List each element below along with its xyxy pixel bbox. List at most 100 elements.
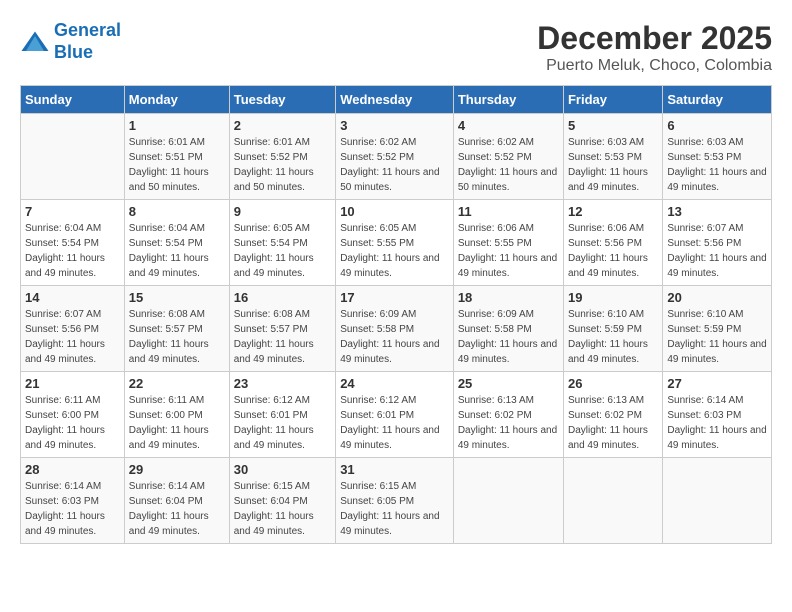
day-cell: 5 Sunrise: 6:03 AMSunset: 5:53 PMDaylight… (563, 114, 662, 200)
day-cell: 27 Sunrise: 6:14 AMSunset: 6:03 PMDayligh… (663, 372, 772, 458)
day-detail: Sunrise: 6:14 AMSunset: 6:04 PMDaylight:… (129, 479, 225, 539)
day-detail: Sunrise: 6:13 AMSunset: 6:02 PMDaylight:… (568, 393, 658, 453)
day-number: 17 (340, 290, 449, 305)
day-cell: 31 Sunrise: 6:15 AMSunset: 6:05 PMDayligh… (336, 458, 454, 544)
day-cell: 18 Sunrise: 6:09 AMSunset: 5:58 PMDayligh… (453, 286, 563, 372)
week-row-0: 1Sunrise: 6:01 AMSunset: 5:51 PMDaylight… (21, 114, 772, 200)
day-detail: Sunrise: 6:10 AMSunset: 5:59 PMDaylight:… (667, 307, 767, 367)
day-cell: 11 Sunrise: 6:06 AMSunset: 5:55 PMDayligh… (453, 200, 563, 286)
day-detail: Sunrise: 6:08 AMSunset: 5:57 PMDaylight:… (234, 307, 331, 367)
day-number: 29 (129, 462, 225, 477)
day-cell (453, 458, 563, 544)
subtitle: Puerto Meluk, Choco, Colombia (537, 57, 772, 75)
day-number: 30 (234, 462, 331, 477)
day-cell: 23 Sunrise: 6:12 AMSunset: 6:01 PMDayligh… (229, 372, 335, 458)
day-number: 28 (25, 462, 120, 477)
day-number: 5 (568, 118, 658, 133)
day-cell: 1Sunrise: 6:01 AMSunset: 5:51 PMDaylight… (124, 114, 229, 200)
day-cell: 25 Sunrise: 6:13 AMSunset: 6:02 PMDayligh… (453, 372, 563, 458)
day-number: 11 (458, 204, 559, 219)
day-cell: 6 Sunrise: 6:03 AMSunset: 5:53 PMDaylight… (663, 114, 772, 200)
day-cell (563, 458, 662, 544)
day-number: 10 (340, 204, 449, 219)
day-number: 13 (667, 204, 767, 219)
day-detail: Sunrise: 6:13 AMSunset: 6:02 PMDaylight:… (458, 393, 559, 453)
main-title: December 2025 (537, 20, 772, 57)
day-number: 1 (129, 118, 225, 133)
page-header: General Blue December 2025 Puerto Meluk,… (20, 20, 772, 75)
day-number: 2 (234, 118, 331, 133)
day-detail: Sunrise: 6:14 AMSunset: 6:03 PMDaylight:… (25, 479, 120, 539)
week-row-1: 7 Sunrise: 6:04 AMSunset: 5:54 PMDaylight… (21, 200, 772, 286)
day-number: 8 (129, 204, 225, 219)
day-detail: Sunrise: 6:04 AMSunset: 5:54 PMDaylight:… (25, 221, 120, 281)
col-thursday: Thursday (453, 86, 563, 114)
day-number: 19 (568, 290, 658, 305)
day-detail: Sunrise: 6:15 AMSunset: 6:05 PMDaylight:… (340, 479, 449, 539)
day-number: 12 (568, 204, 658, 219)
day-number: 26 (568, 376, 658, 391)
week-row-2: 14Sunrise: 6:07 AMSunset: 5:56 PMDayligh… (21, 286, 772, 372)
day-number: 18 (458, 290, 559, 305)
day-number: 16 (234, 290, 331, 305)
day-cell: 9Sunrise: 6:05 AMSunset: 5:54 PMDaylight… (229, 200, 335, 286)
day-detail: Sunrise: 6:09 AMSunset: 5:58 PMDaylight:… (340, 307, 449, 367)
day-cell: 8 Sunrise: 6:04 AMSunset: 5:54 PMDaylight… (124, 200, 229, 286)
day-detail: Sunrise: 6:06 AMSunset: 5:55 PMDaylight:… (458, 221, 559, 281)
day-cell: 26 Sunrise: 6:13 AMSunset: 6:02 PMDayligh… (563, 372, 662, 458)
day-number: 9 (234, 204, 331, 219)
day-number: 3 (340, 118, 449, 133)
col-saturday: Saturday (663, 86, 772, 114)
day-cell: 30 Sunrise: 6:15 AMSunset: 6:04 PMDayligh… (229, 458, 335, 544)
day-number: 7 (25, 204, 120, 219)
day-number: 14 (25, 290, 120, 305)
day-detail: Sunrise: 6:04 AMSunset: 5:54 PMDaylight:… (129, 221, 225, 281)
day-number: 21 (25, 376, 120, 391)
col-friday: Friday (563, 86, 662, 114)
day-detail: Sunrise: 6:11 AMSunset: 6:00 PMDaylight:… (25, 393, 120, 453)
day-detail: Sunrise: 6:02 AMSunset: 5:52 PMDaylight:… (340, 135, 449, 195)
day-detail: Sunrise: 6:05 AMSunset: 5:55 PMDaylight:… (340, 221, 449, 281)
day-number: 25 (458, 376, 559, 391)
day-detail: Sunrise: 6:11 AMSunset: 6:00 PMDaylight:… (129, 393, 225, 453)
day-detail: Sunrise: 6:02 AMSunset: 5:52 PMDaylight:… (458, 135, 559, 195)
logo-icon (20, 30, 50, 54)
day-cell: 3 Sunrise: 6:02 AMSunset: 5:52 PMDaylight… (336, 114, 454, 200)
day-cell: 7 Sunrise: 6:04 AMSunset: 5:54 PMDaylight… (21, 200, 125, 286)
day-cell: 14Sunrise: 6:07 AMSunset: 5:56 PMDayligh… (21, 286, 125, 372)
day-cell: 16 Sunrise: 6:08 AMSunset: 5:57 PMDayligh… (229, 286, 335, 372)
day-detail: Sunrise: 6:14 AMSunset: 6:03 PMDaylight:… (667, 393, 767, 453)
logo-text: General Blue (54, 20, 121, 63)
day-number: 15 (129, 290, 225, 305)
logo: General Blue (20, 20, 121, 63)
day-number: 27 (667, 376, 767, 391)
day-detail: Sunrise: 6:03 AMSunset: 5:53 PMDaylight:… (568, 135, 658, 195)
day-cell: 17 Sunrise: 6:09 AMSunset: 5:58 PMDayligh… (336, 286, 454, 372)
day-number: 6 (667, 118, 767, 133)
day-detail: Sunrise: 6:07 AMSunset: 5:56 PMDaylight:… (667, 221, 767, 281)
day-cell: 20 Sunrise: 6:10 AMSunset: 5:59 PMDayligh… (663, 286, 772, 372)
day-detail: Sunrise: 6:09 AMSunset: 5:58 PMDaylight:… (458, 307, 559, 367)
title-area: December 2025 Puerto Meluk, Choco, Colom… (537, 20, 772, 75)
col-sunday: Sunday (21, 86, 125, 114)
day-detail: Sunrise: 6:15 AMSunset: 6:04 PMDaylight:… (234, 479, 331, 539)
day-number: 23 (234, 376, 331, 391)
day-number: 24 (340, 376, 449, 391)
day-cell: 22 Sunrise: 6:11 AMSunset: 6:00 PMDayligh… (124, 372, 229, 458)
day-cell (21, 114, 125, 200)
day-detail: Sunrise: 6:01 AMSunset: 5:52 PMDaylight:… (234, 135, 331, 195)
week-row-4: 28 Sunrise: 6:14 AMSunset: 6:03 PMDayligh… (21, 458, 772, 544)
day-detail: Sunrise: 6:12 AMSunset: 6:01 PMDaylight:… (234, 393, 331, 453)
day-detail: Sunrise: 6:03 AMSunset: 5:53 PMDaylight:… (667, 135, 767, 195)
day-cell: 28 Sunrise: 6:14 AMSunset: 6:03 PMDayligh… (21, 458, 125, 544)
col-wednesday: Wednesday (336, 86, 454, 114)
day-detail: Sunrise: 6:08 AMSunset: 5:57 PMDaylight:… (129, 307, 225, 367)
day-cell: 12Sunrise: 6:06 AMSunset: 5:56 PMDayligh… (563, 200, 662, 286)
day-detail: Sunrise: 6:10 AMSunset: 5:59 PMDaylight:… (568, 307, 658, 367)
day-cell: 4Sunrise: 6:02 AMSunset: 5:52 PMDaylight… (453, 114, 563, 200)
day-number: 31 (340, 462, 449, 477)
col-monday: Monday (124, 86, 229, 114)
day-cell: 24Sunrise: 6:12 AMSunset: 6:01 PMDayligh… (336, 372, 454, 458)
day-number: 22 (129, 376, 225, 391)
day-number: 20 (667, 290, 767, 305)
